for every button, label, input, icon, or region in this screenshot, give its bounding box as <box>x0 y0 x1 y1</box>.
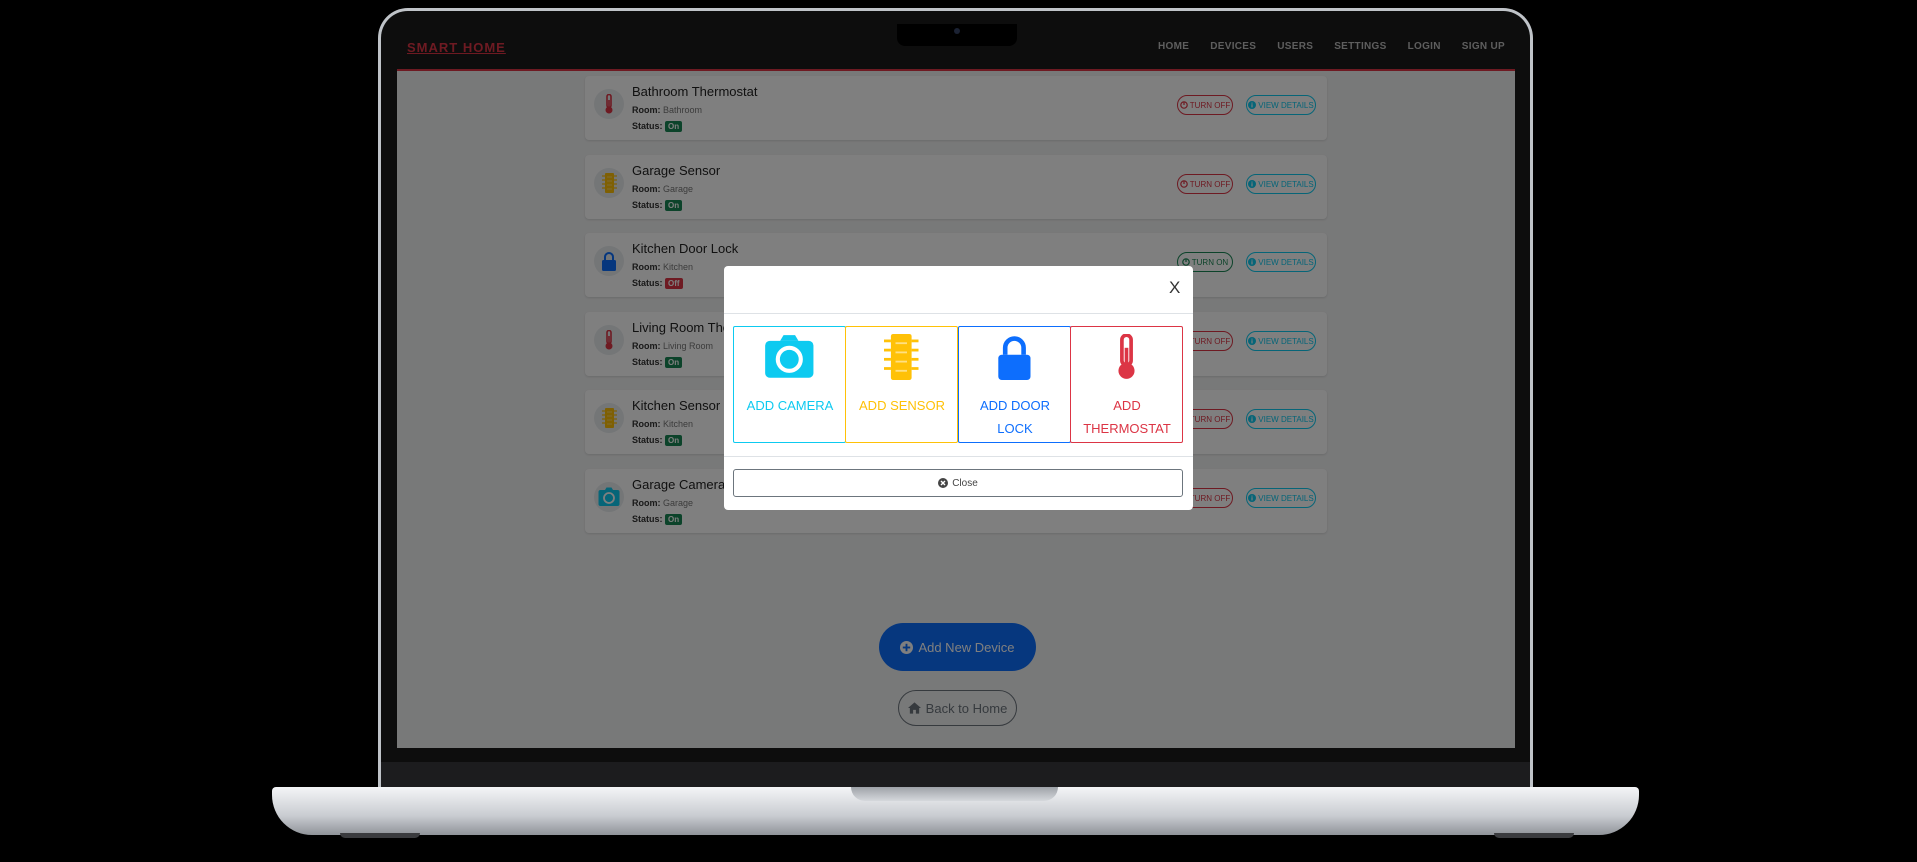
chip-icon <box>846 332 957 382</box>
webcam-icon <box>954 28 960 34</box>
add-option-label: ADD CAMERA <box>746 398 834 413</box>
modal-header: X <box>724 266 1193 314</box>
add-device-modal: X ADD CAMERA ADD SENSOR ADD DOOR LOCK AD… <box>724 266 1193 510</box>
add-option-chip[interactable]: ADD SENSOR <box>845 326 958 443</box>
app-screen: SMART HOME HOME DEVICES USERS SETTINGS L… <box>397 28 1515 748</box>
laptop-screen-bezel <box>381 762 1530 790</box>
thermometer-icon <box>1071 332 1182 382</box>
add-option-label: ADD THERMOSTAT <box>1083 398 1171 436</box>
modal-close-x-button[interactable]: X <box>1169 278 1180 298</box>
add-option-lock[interactable]: ADD DOOR LOCK <box>958 326 1071 443</box>
modal-close-button[interactable]: Close <box>733 469 1183 497</box>
laptop-foot-right <box>1494 833 1574 838</box>
add-option-thermometer[interactable]: ADD THERMOSTAT <box>1070 326 1183 443</box>
laptop-base-notch <box>851 787 1058 801</box>
modal-close-label: Close <box>952 477 978 489</box>
laptop-foot-left <box>340 833 420 838</box>
lock-icon <box>959 332 1070 382</box>
modal-footer-divider <box>724 456 1193 457</box>
camera-icon <box>734 332 845 382</box>
add-option-camera[interactable]: ADD CAMERA <box>733 326 846 443</box>
add-option-label: ADD SENSOR <box>859 398 945 413</box>
close-circle-icon <box>938 478 949 488</box>
add-option-label: ADD DOOR LOCK <box>979 398 1051 436</box>
